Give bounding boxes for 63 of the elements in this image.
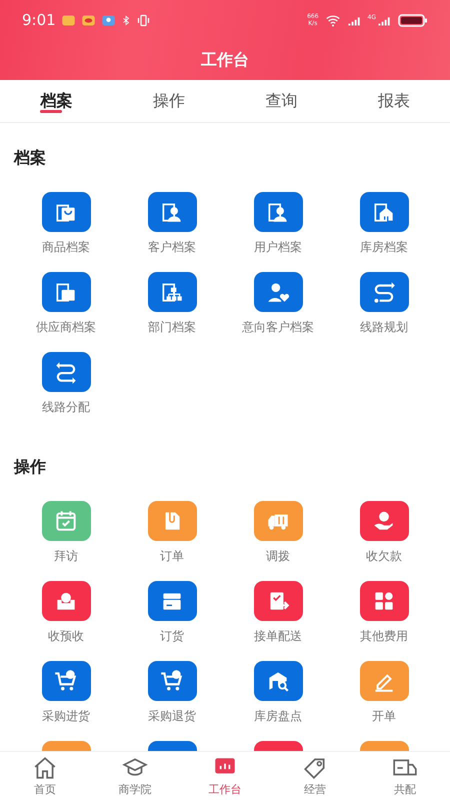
tab[interactable]: 报表	[338, 80, 450, 122]
section-title: 操作	[14, 456, 46, 478]
tile-label[interactable]: 客户档案	[148, 238, 196, 256]
tile-label[interactable]: 调拨	[266, 547, 290, 565]
tile-label[interactable]: 接单配送	[254, 627, 302, 645]
tile-label[interactable]: 开单	[372, 707, 396, 725]
app-tile[interactable]	[42, 272, 90, 312]
app-tile[interactable]	[42, 581, 90, 621]
notification-icon	[60, 12, 76, 28]
tab[interactable]: 操作	[112, 80, 225, 122]
tile-label[interactable]: 供应商档案	[36, 318, 96, 336]
bluetooth-icon	[120, 12, 131, 28]
app-tile[interactable]	[254, 192, 302, 232]
nav-item[interactable]: 经营	[270, 752, 360, 800]
app-tile[interactable]	[148, 581, 196, 621]
nav-item[interactable]: 首页	[0, 752, 90, 800]
page-title: 工作台	[201, 50, 249, 70]
app-tile[interactable]	[148, 501, 196, 541]
tab[interactable]: 查询	[225, 80, 338, 122]
tile-label[interactable]: 库房档案	[360, 238, 408, 256]
section-title: 档案	[14, 147, 46, 169]
tile-label[interactable]: 商品档案	[42, 238, 90, 256]
app-tile[interactable]	[360, 192, 408, 232]
nav-item[interactable]: 工作台	[180, 752, 270, 800]
tile-label[interactable]: 收欠款	[366, 547, 402, 565]
app-tile[interactable]	[360, 272, 408, 312]
app-tile[interactable]	[42, 661, 90, 701]
app-tile[interactable]	[360, 581, 408, 621]
eye-icon	[80, 12, 96, 28]
tile-label[interactable]: 用户档案	[254, 238, 302, 256]
tile-label[interactable]: 订单	[160, 547, 184, 565]
app-tile[interactable]	[254, 272, 302, 312]
tile-label[interactable]: 其他费用	[360, 627, 408, 645]
tile-label[interactable]: 订货	[160, 627, 184, 645]
app-tile[interactable]	[148, 272, 196, 312]
tile-label[interactable]: 线路规划	[360, 318, 408, 336]
app-tile[interactable]	[360, 501, 408, 541]
tile-label[interactable]: 部门档案	[148, 318, 196, 336]
tile-label[interactable]: 采购退货	[148, 707, 196, 725]
app-tile[interactable]	[42, 501, 90, 541]
app-tile[interactable]	[254, 661, 302, 701]
tile-label[interactable]: 线路分配	[42, 398, 90, 416]
tile-label[interactable]: 拜访	[54, 547, 78, 565]
app-tile[interactable]	[42, 192, 90, 232]
app-tile[interactable]	[42, 352, 90, 392]
tab[interactable]: 档案	[0, 80, 112, 122]
tile-label[interactable]: 收预收	[48, 627, 84, 645]
app-icon	[100, 12, 116, 28]
tile-label[interactable]: 采购进货	[42, 707, 90, 725]
battery-icon	[398, 12, 428, 28]
app-tile[interactable]	[148, 192, 196, 232]
wifi-icon	[324, 12, 342, 28]
app-tile[interactable]	[148, 661, 196, 701]
nav-item[interactable]: 共配	[360, 752, 450, 800]
vibrate-icon	[136, 12, 151, 28]
app-tile[interactable]	[360, 661, 408, 701]
nav-item[interactable]: 商学院	[90, 752, 180, 800]
status-time: 9:01	[22, 11, 56, 29]
tile-label[interactable]: 意向客户档案	[242, 318, 314, 336]
app-tile[interactable]	[254, 581, 302, 621]
tile-label[interactable]: 库房盘点	[254, 707, 302, 725]
app-tile[interactable]	[254, 501, 302, 541]
home-icon	[32, 755, 58, 781]
